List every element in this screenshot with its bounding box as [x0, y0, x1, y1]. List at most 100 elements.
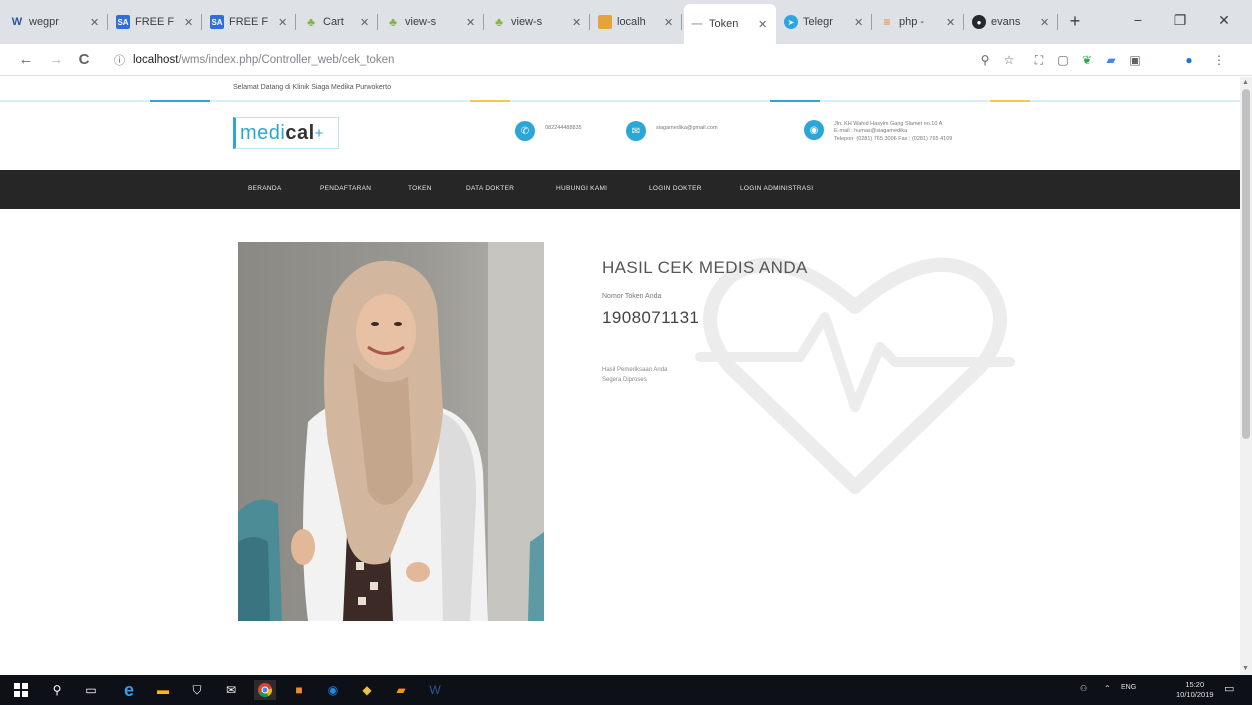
close-tab-icon[interactable]: ✕	[278, 16, 290, 29]
notifications-icon[interactable]: ▭	[1224, 682, 1234, 695]
nav-login-administrasi[interactable]: LOGIN ADMINISTRASI	[740, 185, 813, 192]
nav-data-dokter[interactable]: DATA DOKTER	[466, 185, 514, 192]
browser-tab[interactable]: ≡ php - ✕	[874, 8, 964, 36]
url-host: localhost	[133, 54, 179, 66]
new-tab-button[interactable]: +	[1063, 10, 1087, 34]
mail-app-icon[interactable]: ✉	[220, 680, 242, 700]
bookmark-star-icon[interactable]: ☆	[1000, 51, 1018, 69]
token-label: Nomor Token Anda	[602, 293, 662, 300]
loading-icon: —	[691, 18, 703, 30]
forward-button[interactable]: →	[44, 49, 68, 71]
browser-tab[interactable]: W wegpr ✕	[4, 8, 108, 36]
scrollbar-thumb[interactable]	[1242, 89, 1250, 439]
github-icon: ●	[972, 15, 986, 29]
browser-tab[interactable]: ● evans ✕	[966, 8, 1058, 36]
tray-chevron-up-icon[interactable]: ⌃	[1104, 684, 1111, 693]
people-icon[interactable]: ⚇	[1080, 684, 1087, 693]
contact-phone: ✆ 082244488835	[515, 121, 582, 141]
close-tab-icon[interactable]: ✕	[946, 16, 958, 29]
close-tab-icon[interactable]: ✕	[360, 16, 372, 29]
windows-start-icon[interactable]	[10, 680, 32, 700]
task-view-icon[interactable]: ▭	[80, 680, 102, 700]
location-icon: ◉	[804, 120, 824, 140]
translate-extension-icon[interactable]: ▰	[1102, 51, 1120, 69]
tab-extension-icon[interactable]: ▣	[1126, 51, 1144, 69]
maximize-button[interactable]: ❐	[1160, 8, 1200, 32]
browser-tab-strip: W wegpr ✕ SA FREE F ✕ SA FREE F ✕ ♣ Cart…	[0, 0, 1252, 44]
web-page: Selamat Datang di Klinik Siaga Medika Pu…	[0, 77, 1240, 675]
browser-tab[interactable]: localh ✕	[592, 8, 682, 36]
mail-icon: ✉	[626, 121, 646, 141]
browser-tab[interactable]: ♣ view-s ✕	[486, 8, 590, 36]
token-value: 1908071131	[602, 308, 700, 327]
nav-token[interactable]: TOKEN	[408, 185, 432, 192]
themeforest-icon: ♣	[389, 15, 397, 29]
result-title: HASIL CEK MEDIS ANDA	[602, 258, 808, 277]
file-explorer-icon[interactable]: ▬	[152, 680, 174, 700]
result-label: Hasil Pemeriksaan Anda	[602, 367, 668, 373]
url-path: /wms/index.php/Controller_web/cek_token	[178, 54, 395, 66]
store-icon[interactable]: ⛉	[186, 680, 208, 700]
sa-icon: SA	[116, 15, 130, 29]
close-tab-icon[interactable]: ✕	[664, 16, 676, 29]
system-clock[interactable]: 15:20 10/10/2019	[1176, 680, 1214, 700]
heart-pulse-watermark-icon	[695, 257, 1015, 494]
edge-icon[interactable]: e	[118, 680, 140, 700]
browser-tab[interactable]: ♣ view-s ✕	[380, 8, 484, 36]
back-button[interactable]: ←	[14, 49, 38, 71]
close-tab-icon[interactable]: ✕	[1040, 16, 1052, 29]
close-tab-icon[interactable]: ✕	[466, 16, 478, 29]
close-tab-icon[interactable]: ✕	[758, 18, 770, 31]
telegram-icon: ➤	[784, 15, 798, 29]
minimize-button[interactable]: −	[1118, 8, 1158, 32]
themeforest-icon: ♣	[495, 15, 503, 29]
nav-login-dokter[interactable]: LOGIN DOKTER	[649, 185, 702, 192]
scroll-up-icon[interactable]: ▲	[1242, 79, 1249, 86]
word-icon: W	[11, 16, 23, 28]
result-value: Segera Diproses	[602, 377, 647, 383]
browser-tab[interactable]: ♣ Cart ✕	[298, 8, 378, 36]
scroll-down-icon[interactable]: ▼	[1242, 665, 1249, 672]
close-tab-icon[interactable]: ✕	[854, 16, 866, 29]
zoom-icon[interactable]: ⚲	[976, 51, 994, 69]
nav-hubungi-kami[interactable]: HUBUNGI KAMI	[556, 185, 607, 192]
windows-taskbar: ⚲ ▭ e ▬ ⛉ ✉ ■ ◉ ◆ ▰ W ⚇ ⌃ ENG 15:20 10/1…	[0, 675, 1252, 705]
browser-tab[interactable]: SA FREE F ✕	[204, 8, 296, 36]
stackoverflow-icon: ≡	[883, 15, 891, 29]
nav-beranda[interactable]: BERANDA	[248, 185, 282, 192]
sublime-icon[interactable]: ▰	[390, 680, 412, 700]
leaf-extension-icon[interactable]: ❦	[1078, 51, 1096, 69]
themeforest-icon: ♣	[307, 15, 315, 29]
sourcetree-icon[interactable]: ◆	[356, 680, 378, 700]
browser-tab-active[interactable]: — Token ✕	[684, 4, 776, 44]
phone-icon: ✆	[515, 121, 535, 141]
contact-email: ✉ siagamedika@gmail.com	[626, 121, 718, 141]
close-tab-icon[interactable]: ✕	[572, 16, 584, 29]
menu-kebab-icon[interactable]: ⋮	[1210, 51, 1228, 69]
top-divider	[0, 100, 1240, 102]
site-logo[interactable]: medi cal +	[233, 117, 339, 149]
contact-address: ◉ Jln. KH Wahid Hasyim Gang Slamet no.10…	[804, 120, 952, 143]
close-window-button[interactable]: ✕	[1204, 8, 1244, 32]
profile-avatar-icon[interactable]: ●	[1180, 51, 1198, 69]
maps-icon[interactable]: ◉	[322, 680, 344, 700]
xampp-icon[interactable]: ■	[288, 680, 310, 700]
info-icon[interactable]: ⓘ	[114, 52, 125, 68]
chrome-icon[interactable]	[254, 680, 276, 700]
search-icon[interactable]: ⚲	[46, 680, 68, 700]
address-bar[interactable]: ⓘ localhost /wms/index.php/Controller_we…	[104, 48, 964, 72]
localhost-icon	[598, 15, 612, 29]
screenshot-extension-icon[interactable]: ⛶	[1030, 51, 1048, 69]
page-scrollbar[interactable]: ▲ ▼	[1240, 77, 1252, 675]
close-tab-icon[interactable]: ✕	[90, 16, 102, 29]
main-nav: BERANDA PENDAFTARAN TOKEN DATA DOKTER HU…	[0, 170, 1240, 209]
word-app-icon[interactable]: W	[424, 680, 446, 700]
cast-extension-icon[interactable]: ▢	[1054, 51, 1072, 69]
nav-pendaftaran[interactable]: PENDAFTARAN	[320, 185, 371, 192]
close-tab-icon[interactable]: ✕	[184, 16, 196, 29]
language-indicator[interactable]: ENG	[1121, 684, 1136, 691]
browser-toolbar: ← → C ⓘ localhost /wms/index.php/Control…	[0, 44, 1252, 76]
reload-button[interactable]: C	[72, 49, 96, 71]
browser-tab[interactable]: SA FREE F ✕	[110, 8, 202, 36]
browser-tab[interactable]: ➤ Telegr ✕	[778, 8, 872, 36]
